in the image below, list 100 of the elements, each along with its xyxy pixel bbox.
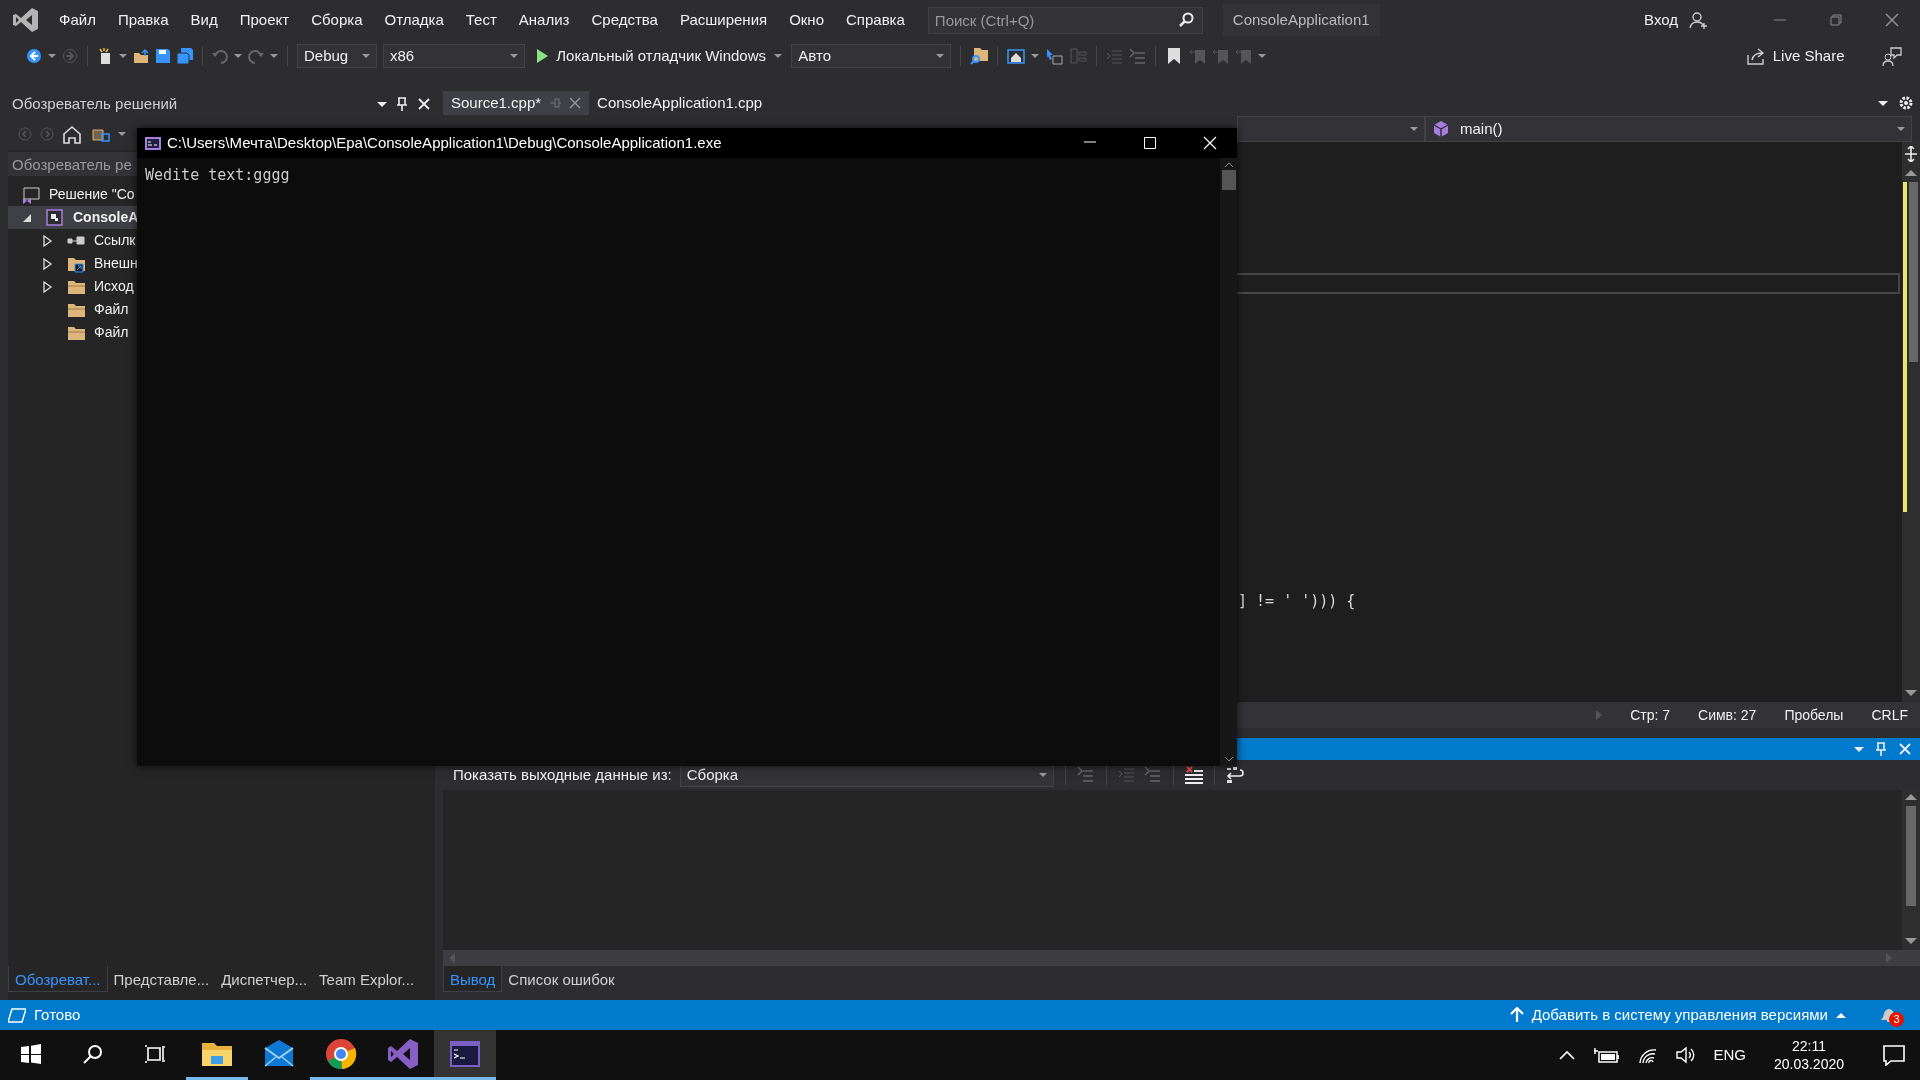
platform-dropdown[interactable]: x86: [383, 44, 525, 68]
notifications-icon[interactable]: [1882, 1044, 1906, 1066]
menu-item[interactable]: Правка: [106, 8, 180, 32]
word-wrap-icon[interactable]: [1225, 766, 1244, 784]
volume-icon[interactable]: [1676, 1046, 1696, 1064]
undo-icon[interactable]: [212, 48, 228, 64]
back-icon[interactable]: [26, 48, 42, 64]
tree-item[interactable]: Ссылк: [8, 229, 137, 252]
settings-icon[interactable]: [1898, 95, 1914, 111]
panel-tab[interactable]: Диспетчер...: [215, 966, 314, 992]
menu-item[interactable]: Окно: [778, 8, 835, 32]
language-indicator[interactable]: ENG: [1713, 1043, 1746, 1067]
outdent-icon[interactable]: [1129, 47, 1147, 65]
configuration-dropdown[interactable]: Debug: [297, 44, 377, 68]
add-person-icon[interactable]: [1689, 10, 1708, 30]
scroll-down-icon[interactable]: [1905, 938, 1917, 944]
scrollbar-thumb[interactable]: [1909, 182, 1918, 362]
collapsed-arrow-icon[interactable]: [43, 280, 53, 293]
caret-icon[interactable]: [234, 54, 242, 58]
scroll-up-icon[interactable]: [1223, 162, 1234, 168]
dropdown-icon[interactable]: [377, 101, 387, 107]
find-icon[interactable]: [970, 47, 989, 65]
scroll-up-icon[interactable]: [1905, 794, 1917, 800]
start-icon[interactable]: [21, 1043, 41, 1064]
menu-item[interactable]: Справка: [835, 8, 916, 32]
scrollbar-thumb[interactable]: [1906, 806, 1916, 906]
panel-tab[interactable]: Обозреват...: [8, 966, 108, 992]
caret-icon[interactable]: [118, 132, 126, 136]
search-icon[interactable]: [83, 1043, 103, 1064]
panel-tab[interactable]: Список ошибок: [502, 966, 621, 992]
save-all-icon[interactable]: [177, 48, 193, 64]
menu-item[interactable]: Вид: [179, 8, 229, 32]
project-icon: [46, 208, 65, 227]
save-icon[interactable]: [155, 48, 171, 64]
open-folder-icon[interactable]: [133, 48, 149, 64]
wifi-icon[interactable]: [1638, 1046, 1659, 1064]
feedback-icon[interactable]: [1882, 45, 1902, 67]
panel-tab[interactable]: Team Explor...: [313, 966, 421, 992]
sign-in-link[interactable]: Вход: [1633, 8, 1689, 32]
tree-item[interactable]: Файл: [8, 298, 137, 321]
scrollbar[interactable]: [1902, 142, 1920, 702]
menu-item[interactable]: Расширения: [668, 8, 779, 32]
panel-tab[interactable]: Вывод: [443, 966, 503, 992]
caret-icon[interactable]: [1031, 54, 1040, 58]
clock[interactable]: 22:11 20.03.2020: [1773, 1036, 1844, 1074]
chevron-up-icon[interactable]: [1559, 1049, 1576, 1061]
clear-all-icon[interactable]: [1184, 766, 1203, 784]
task-view-icon[interactable]: [145, 1043, 165, 1064]
search-field[interactable]: Поиск (Ctrl+Q): [927, 6, 1203, 34]
caret-icon[interactable]: [119, 54, 127, 58]
caret-icon[interactable]: [1258, 54, 1267, 58]
status-text: Готово: [34, 1004, 81, 1025]
notification-badge: 3: [1889, 1012, 1904, 1027]
window-icon[interactable]: [1007, 47, 1026, 65]
taskbar-app[interactable]: [434, 1030, 496, 1080]
redo-icon[interactable]: [248, 48, 264, 64]
collapsed-arrow-icon[interactable]: [43, 257, 53, 270]
scroll-up-icon[interactable]: [1905, 170, 1917, 176]
target-dropdown[interactable]: Авто: [791, 44, 952, 68]
menu-item[interactable]: Средства: [580, 8, 669, 32]
new-item-icon[interactable]: [97, 47, 113, 65]
menu-item[interactable]: Отладка: [373, 8, 455, 32]
scrollbar[interactable]: [1220, 158, 1237, 766]
source-control-link[interactable]: Добавить в систему управления версиями: [1531, 1003, 1828, 1027]
search-field[interactable]: Обозреватель ре: [8, 152, 137, 176]
scroll-down-icon[interactable]: [1223, 756, 1234, 762]
tree-item[interactable]: ConsoleA: [8, 206, 137, 229]
caret-up-icon[interactable]: [1836, 1012, 1846, 1018]
maximize-icon[interactable]: [1143, 136, 1157, 150]
restore-icon[interactable]: [1828, 12, 1844, 28]
member-dropdown[interactable]: main(): [1425, 116, 1912, 142]
tree-item[interactable]: Исход: [8, 275, 137, 298]
panel-tab[interactable]: Представле...: [107, 966, 216, 992]
pointer-icon[interactable]: [1045, 47, 1064, 65]
battery-icon[interactable]: [1593, 1047, 1621, 1063]
live-share-button[interactable]: Live Share: [1738, 41, 1852, 71]
split-icon[interactable]: [1903, 146, 1919, 162]
up-arrow-icon[interactable]: [1509, 1007, 1524, 1023]
dropdown-icon[interactable]: [1878, 100, 1888, 106]
tree-item[interactable]: Файл: [8, 321, 137, 344]
file-tab[interactable]: ConsoleApplication1.cpp: [589, 91, 771, 115]
tree-item[interactable]: Внешн: [8, 252, 137, 275]
caret-icon[interactable]: [270, 54, 278, 58]
console-text: Wedite text:gggg: [145, 165, 291, 186]
scrollbar-thumb[interactable]: [1221, 170, 1236, 190]
scrollbar[interactable]: [1902, 790, 1920, 950]
menu-item[interactable]: Тест: [454, 8, 508, 32]
search-icon[interactable]: [1177, 11, 1196, 28]
caret-icon: [1897, 127, 1905, 131]
caret-icon[interactable]: [48, 54, 56, 58]
home-icon[interactable]: [62, 124, 82, 144]
collapsed-arrow-icon[interactable]: [43, 234, 53, 247]
menu-item[interactable]: Сборка: [300, 8, 374, 32]
menu-item[interactable]: Файл: [48, 8, 107, 32]
menu-item[interactable]: Проект: [228, 8, 301, 32]
tree-item[interactable]: Решение "Со: [8, 183, 137, 206]
expanded-arrow-icon[interactable]: [22, 212, 32, 223]
start-debugging-button[interactable]: Локальный отладчик Windows: [531, 44, 786, 68]
scroll-down-icon[interactable]: [1905, 690, 1917, 696]
menu-item[interactable]: Анализ: [507, 8, 581, 32]
